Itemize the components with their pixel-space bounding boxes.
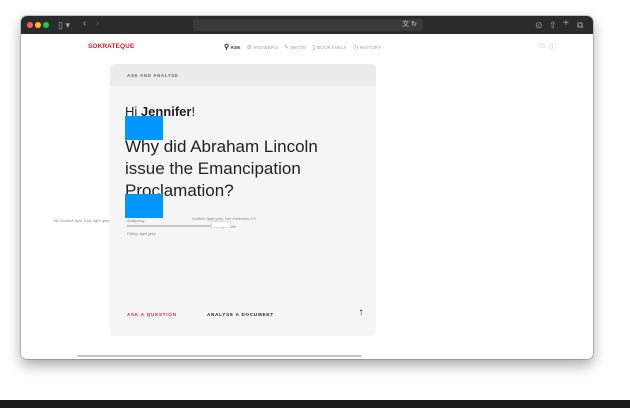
translate-icon[interactable]: 文 [402, 21, 409, 28]
write-icon: ✎ [284, 44, 290, 51]
close-window-button[interactable] [27, 22, 33, 28]
browser-toolbar: ▯ ▾ ‹ › 文 ↻ ⊙ ⇧ + ⧉ [21, 16, 593, 34]
user-icon[interactable]: ⚇ [539, 42, 545, 52]
progress-line [127, 225, 213, 227]
horizontal-scrollbar[interactable] [77, 355, 362, 357]
share-icon[interactable]: ⇧ [549, 19, 557, 31]
history-icon: ◷ [353, 44, 359, 51]
plus-icon[interactable]: + [563, 18, 569, 30]
answers-icon: ⊜ [246, 44, 253, 51]
placeholder-block-bottom [125, 194, 163, 218]
user-area: ⚇ ⓘ [539, 42, 556, 52]
nav-history[interactable]: ◷ HISTORY [353, 43, 382, 51]
card-header: ASK AND ANALYSE [110, 64, 376, 86]
zoom-window-button[interactable] [43, 22, 49, 28]
arrow-up-icon[interactable]: ↑ [355, 307, 367, 319]
main-nav: ⚲ ASK ⊜ ANSWERS ✎ WRITE ▯ BOOKSHELF ◷ HI… [224, 43, 382, 51]
app-logo[interactable]: SOKRATEQUE [88, 43, 134, 50]
forward-icon[interactable]: › [96, 18, 99, 30]
nav-write[interactable]: ✎ WRITE [284, 43, 306, 51]
browser-window: ▯ ▾ ‹ › 文 ↻ ⊙ ⇧ + ⧉ SOKRATEQUE ⚲ ASK ⊜ A… [21, 16, 593, 359]
card-header-label: ASK AND ANALYSE [127, 73, 179, 78]
annotation-filling-grey: Filling: light grey [127, 231, 156, 236]
question-text[interactable]: Why did Abraham Lincoln issue the Emanci… [125, 136, 345, 202]
back-icon[interactable]: ‹ [83, 18, 86, 30]
dock-bar [0, 400, 630, 408]
nav-ask[interactable]: ⚲ ASK [224, 43, 241, 51]
downloads-icon[interactable]: ⊙ [535, 19, 543, 31]
tabs-icon[interactable]: ⧉ [577, 19, 583, 31]
minimize-window-button[interactable] [35, 22, 41, 28]
app-navbar: SOKRATEQUE ⚲ ASK ⊜ ANSWERS ✎ WRITE ▯ BOO… [21, 34, 593, 60]
nav-answers[interactable]: ⊜ ANSWERS [247, 43, 278, 51]
help-icon[interactable]: ⓘ [549, 42, 556, 52]
ask-card: ASK AND ANALYSE Hi Jennifer! Why did Abr… [110, 64, 376, 336]
address-bar[interactable]: 文 ↻ [193, 19, 423, 31]
sidebar-icon[interactable]: ▯ ▾ [58, 19, 70, 31]
bookmark-icon: ▯ [312, 44, 316, 51]
analyse-document-link[interactable]: ANALYSE A DOCUMENT [207, 312, 274, 317]
annotation-hint: Hill Grotesk light 12pt, light grey [53, 218, 110, 223]
input-box-sample [211, 221, 231, 228]
search-icon: ⚲ [224, 44, 230, 51]
ask-question-link[interactable]: ASK A QUESTION [127, 312, 177, 317]
nav-bookshelf[interactable]: ▯ BOOKSHELF [312, 43, 347, 51]
reload-icon[interactable]: ↻ [411, 21, 417, 28]
annotation-placeholder: Analysing... [127, 218, 148, 223]
